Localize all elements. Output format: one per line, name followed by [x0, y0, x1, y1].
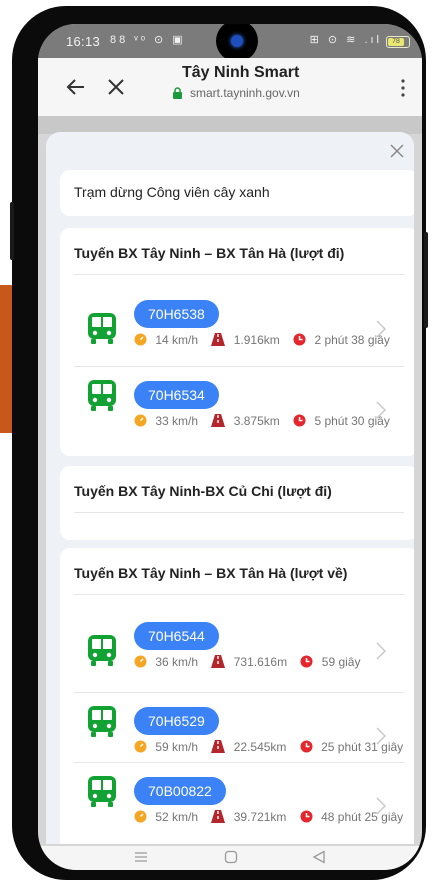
stop-card: Trạm dừng Công viên cây xanh	[60, 170, 414, 216]
nav-back-icon[interactable]	[312, 850, 326, 864]
vehicle-meta: 33 km/h 3.875km 5 phút 30 giây	[134, 413, 410, 428]
vehicle-meta: 36 km/h 731.616m 59 giây	[134, 654, 410, 669]
status-time: 16:13	[66, 34, 101, 49]
route-card: Tuyến BX Tây Ninh-BX Củ Chi (lượt đi)	[60, 466, 414, 540]
plate-badge: 70H6538	[134, 300, 219, 328]
vehicle-row[interactable]: 70H6538 14 km/h 1.916km 2 phút 38 giây	[74, 300, 404, 360]
road-icon	[211, 414, 226, 428]
clock-icon	[300, 810, 313, 823]
browser-toolbar: Tây Ninh Smart smart.tayninh.gov.vn	[38, 58, 422, 117]
speedometer-icon	[134, 740, 147, 753]
clock-icon	[293, 414, 306, 427]
chevron-right-icon[interactable]	[376, 320, 386, 338]
bus-icon	[88, 635, 116, 666]
stop-info-sheet: Trạm dừng Công viên cây xanh Tuyến BX Tâ…	[46, 132, 414, 844]
more-menu-icon[interactable]	[400, 78, 406, 98]
clock-icon	[293, 333, 306, 346]
bus-icon	[88, 313, 116, 344]
road-icon	[211, 810, 226, 824]
status-bar: 16:13 88 ᵛᵒ ⊙ ▣ ⊞ ⊙ ≋ .ıl 78	[38, 24, 422, 62]
battery-level: 78	[388, 38, 404, 46]
browser-title: Tây Ninh Smart	[182, 64, 300, 81]
vehicle-row[interactable]: 70H6529 59 km/h 22.545km 25 phút 31 giây	[74, 692, 404, 767]
screen: 16:13 88 ᵛᵒ ⊙ ▣ ⊞ ⊙ ≋ .ıl 78 Tây Ninh Sm…	[38, 24, 422, 870]
route-card: Tuyến BX Tây Ninh – BX Tân Hà (lượt đi) …	[60, 228, 414, 456]
camera-cutout	[216, 24, 258, 62]
stop-name: Trạm dừng Công viên cây xanh	[74, 184, 270, 200]
plate-badge: 70H6544	[134, 622, 219, 650]
back-arrow-icon[interactable]	[64, 75, 88, 99]
home-icon[interactable]	[224, 850, 238, 864]
vehicle-speed: 14 km/h	[155, 332, 199, 347]
chevron-right-icon[interactable]	[376, 727, 386, 745]
road-icon	[211, 655, 226, 669]
volume-button	[10, 202, 14, 260]
chevron-right-icon[interactable]	[376, 797, 386, 815]
vehicle-distance: 731.616m	[233, 654, 288, 669]
sheet-close-icon[interactable]	[388, 142, 406, 160]
vehicle-eta: 59 giây	[321, 654, 361, 669]
vehicle-row[interactable]: 70B00822 52 km/h 39.721km 48 phút 25 giâ…	[74, 762, 404, 837]
vehicle-row[interactable]: 70H6544 36 km/h 731.616m 59 giây	[74, 622, 404, 682]
clock-icon	[300, 740, 313, 753]
browser-url[interactable]: smart.tayninh.gov.vn	[190, 86, 300, 100]
route-name: Tuyến BX Tây Ninh-BX Củ Chi (lượt đi)	[74, 483, 332, 499]
vehicle-speed: 59 km/h	[155, 739, 199, 754]
road-icon	[211, 333, 226, 347]
bus-icon	[88, 380, 116, 411]
speedometer-icon	[134, 810, 147, 823]
divider	[74, 594, 404, 595]
road-icon	[211, 740, 226, 754]
vehicle-distance: 22.545km	[233, 739, 287, 754]
camera-lens	[231, 35, 243, 47]
route-card: Tuyến BX Tây Ninh – BX Tân Hà (lượt về) …	[60, 548, 414, 844]
notification-icons: 88 ᵛᵒ ⊙ ▣	[110, 34, 186, 46]
vehicle-distance: 39.721km	[233, 809, 287, 824]
close-icon[interactable]	[104, 75, 128, 99]
vehicle-row[interactable]: 70H6534 33 km/h 3.875km 5 phút 30 giây	[74, 366, 404, 441]
divider	[74, 512, 404, 513]
vehicle-distance: 1.916km	[233, 332, 280, 347]
clock-icon	[300, 655, 313, 668]
recent-apps-icon[interactable]	[134, 850, 148, 864]
plate-badge: 70H6534	[134, 381, 219, 409]
system-nav-bar	[38, 846, 422, 870]
speedometer-icon	[134, 414, 147, 427]
vehicle-speed: 36 km/h	[155, 654, 199, 669]
speedometer-icon	[134, 333, 147, 346]
lock-icon[interactable]	[172, 87, 183, 99]
vehicle-distance: 3.875km	[233, 413, 280, 428]
route-name: Tuyến BX Tây Ninh – BX Tân Hà (lượt về)	[74, 565, 348, 581]
route-name: Tuyến BX Tây Ninh – BX Tân Hà (lượt đi)	[74, 245, 345, 261]
vehicle-speed: 52 km/h	[155, 809, 199, 824]
signal-icons: ⊞ ⊙ ≋ .ıl	[309, 34, 382, 46]
phone-frame: 16:13 88 ᵛᵒ ⊙ ▣ ⊞ ⊙ ≋ .ıl 78 Tây Ninh Sm…	[10, 6, 428, 880]
vehicle-meta: 52 km/h 39.721km 48 phút 25 giây	[134, 809, 410, 824]
speedometer-icon	[134, 655, 147, 668]
plate-badge: 70B00822	[134, 777, 226, 805]
plate-badge: 70H6529	[134, 707, 219, 735]
vehicle-speed: 33 km/h	[155, 413, 199, 428]
bus-icon	[88, 776, 116, 807]
vehicle-meta: 14 km/h 1.916km 2 phút 38 giây	[134, 332, 410, 347]
bus-icon	[88, 706, 116, 737]
vehicle-meta: 59 km/h 22.545km 25 phút 31 giây	[134, 739, 410, 754]
chevron-right-icon[interactable]	[376, 642, 386, 660]
power-button	[424, 232, 428, 328]
vehicle-eta: 48 phút 25 giây	[321, 809, 404, 824]
chevron-right-icon[interactable]	[376, 401, 386, 419]
battery-icon: 78	[386, 36, 410, 48]
vehicle-eta: 25 phút 31 giây	[321, 739, 404, 754]
divider	[74, 274, 404, 275]
